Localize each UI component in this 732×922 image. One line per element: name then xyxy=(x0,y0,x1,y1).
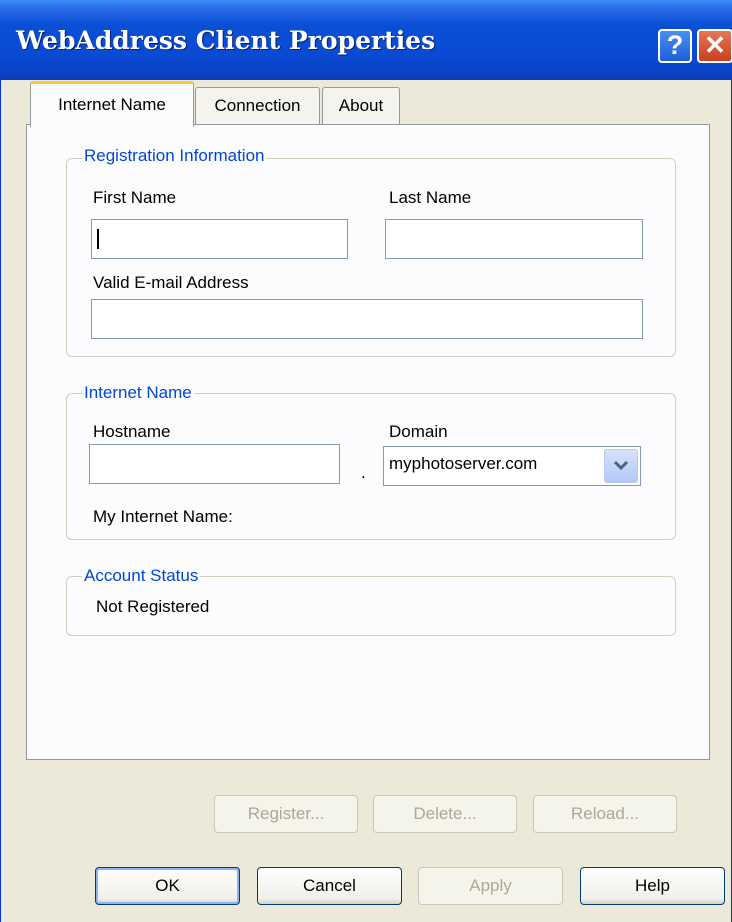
close-button[interactable]: ✕ xyxy=(697,29,732,63)
hostname-label: Hostname xyxy=(93,422,171,441)
help-title-button[interactable]: ? xyxy=(658,29,692,63)
help-button[interactable]: Help xyxy=(580,867,725,905)
separator-dot: . xyxy=(361,463,366,482)
account-status-group-title: Account Status xyxy=(82,566,201,586)
tab-about[interactable]: About xyxy=(322,87,400,124)
internet-name-group-title: Internet Name xyxy=(82,383,194,403)
dropdown-arrow-button[interactable] xyxy=(604,449,638,483)
domain-selected-value: myphotoserver.com xyxy=(389,454,538,473)
last-name-field[interactable] xyxy=(385,219,643,259)
delete-button[interactable]: Delete... xyxy=(373,795,517,833)
tab-connection[interactable]: Connection xyxy=(195,87,320,124)
text-cursor xyxy=(97,229,99,249)
chevron-down-icon xyxy=(613,460,629,471)
tab-internet-name[interactable]: Internet Name xyxy=(30,81,194,127)
hostname-field[interactable] xyxy=(89,444,340,484)
reload-button[interactable]: Reload... xyxy=(533,795,677,833)
cancel-button[interactable]: Cancel xyxy=(257,867,402,905)
domain-label: Domain xyxy=(389,422,448,441)
email-field[interactable] xyxy=(91,299,643,339)
first-name-label: First Name xyxy=(93,188,177,207)
register-button[interactable]: Register... xyxy=(214,795,358,833)
ok-button[interactable]: OK xyxy=(95,867,240,905)
email-label: Valid E-mail Address xyxy=(93,273,249,292)
close-icon: ✕ xyxy=(704,30,726,60)
apply-button[interactable]: Apply xyxy=(418,867,563,905)
account-status-value: Not Registered xyxy=(96,597,210,616)
my-internet-name-label: My Internet Name: xyxy=(93,507,233,526)
last-name-label: Last Name xyxy=(389,188,472,207)
window-title: WebAddress Client Properties xyxy=(16,26,436,55)
title-bar[interactable]: WebAddress Client Properties ? ✕ xyxy=(0,0,732,80)
registration-group-title: Registration Information xyxy=(82,146,267,166)
first-name-field[interactable] xyxy=(91,219,348,259)
